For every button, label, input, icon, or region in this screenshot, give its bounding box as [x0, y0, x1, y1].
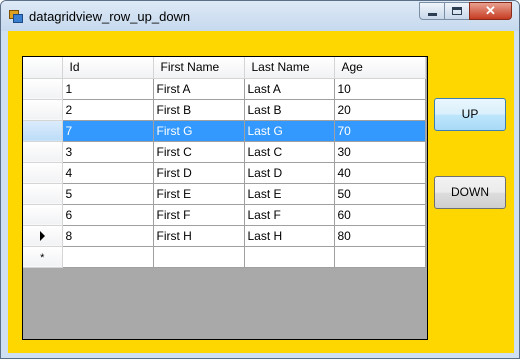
cell-age[interactable]: 10 — [334, 78, 426, 100]
cell-last-name[interactable]: Last F — [244, 204, 335, 226]
cell-id[interactable]: 4 — [62, 162, 154, 184]
cell-first-name[interactable]: First E — [153, 183, 245, 205]
cell-first-name[interactable]: First D — [153, 162, 245, 184]
cell-age[interactable]: 40 — [334, 162, 426, 184]
cell-age[interactable]: 30 — [334, 141, 426, 163]
new-row[interactable]: * — [23, 246, 426, 268]
table-row[interactable]: 2 First B Last B 20 — [23, 99, 426, 121]
row-header[interactable] — [23, 183, 63, 205]
close-icon: ✕ — [485, 3, 496, 18]
top-left-header-cell[interactable] — [23, 57, 63, 79]
table-row[interactable]: 8 First H Last H 80 — [23, 225, 426, 247]
minimize-button[interactable] — [419, 2, 445, 20]
row-header[interactable] — [23, 141, 63, 163]
new-row-header[interactable]: * — [23, 246, 63, 268]
column-header-first-name[interactable]: First Name — [153, 57, 245, 79]
cell-id[interactable]: 1 — [62, 78, 154, 100]
cell-first-name[interactable]: First B — [153, 99, 245, 121]
form-client-area: Id First Name Last Name Age 1 First A La… — [8, 31, 514, 353]
table-row[interactable]: 5 First E Last E 50 — [23, 183, 426, 205]
new-row-cell[interactable] — [62, 246, 154, 268]
table-row[interactable]: 3 First C Last C 30 — [23, 141, 426, 163]
up-button[interactable]: UP — [434, 98, 506, 131]
column-header-id[interactable]: Id — [62, 57, 154, 79]
row-header[interactable] — [23, 225, 63, 247]
maximize-icon — [452, 7, 462, 15]
title-bar[interactable]: datagridview_row_up_down ✕ — [1, 1, 519, 31]
grid-table: Id First Name Last Name Age 1 First A La… — [23, 57, 426, 268]
cell-id[interactable]: 8 — [62, 225, 154, 247]
cell-last-name[interactable]: Last C — [244, 141, 335, 163]
data-grid[interactable]: Id First Name Last Name Age 1 First A La… — [22, 56, 428, 340]
cell-id[interactable]: 7 — [62, 120, 154, 142]
column-header-last-name[interactable]: Last Name — [244, 57, 335, 79]
cell-id[interactable]: 5 — [62, 183, 154, 205]
maximize-button[interactable] — [444, 2, 470, 20]
cell-id[interactable]: 6 — [62, 204, 154, 226]
cell-age[interactable]: 60 — [334, 204, 426, 226]
row-header[interactable] — [23, 78, 63, 100]
new-row-cell[interactable] — [244, 246, 335, 268]
cell-age[interactable]: 80 — [334, 225, 426, 247]
cell-first-name[interactable]: First F — [153, 204, 245, 226]
app-icon — [9, 10, 23, 23]
row-header[interactable] — [23, 120, 63, 142]
cell-first-name[interactable]: First G — [153, 120, 245, 142]
cell-last-name[interactable]: Last G — [244, 120, 335, 142]
cell-first-name[interactable]: First H — [153, 225, 245, 247]
row-header[interactable] — [23, 204, 63, 226]
cell-last-name[interactable]: Last A — [244, 78, 335, 100]
window-title: datagridview_row_up_down — [29, 9, 191, 24]
current-row-arrow-icon — [39, 231, 45, 242]
cell-last-name[interactable]: Last D — [244, 162, 335, 184]
close-button[interactable]: ✕ — [469, 2, 512, 20]
table-row[interactable]: 4 First D Last D 40 — [23, 162, 426, 184]
cell-last-name[interactable]: Last B — [244, 99, 335, 121]
grid-header-row: Id First Name Last Name Age — [23, 57, 426, 79]
new-row-cell[interactable] — [153, 246, 245, 268]
cell-id[interactable]: 3 — [62, 141, 154, 163]
cell-age[interactable]: 50 — [334, 183, 426, 205]
down-button[interactable]: DOWN — [434, 176, 506, 209]
cell-id[interactable]: 2 — [62, 99, 154, 121]
cell-last-name[interactable]: Last E — [244, 183, 335, 205]
new-row-cell[interactable] — [334, 246, 426, 268]
cell-age[interactable]: 20 — [334, 99, 426, 121]
table-row[interactable]: 7 First G Last G 70 — [23, 120, 426, 142]
cell-first-name[interactable]: First A — [153, 78, 245, 100]
new-row-icon: * — [40, 251, 45, 264]
minimize-icon — [428, 13, 437, 16]
cell-age[interactable]: 70 — [334, 120, 426, 142]
row-header[interactable] — [23, 162, 63, 184]
column-header-age[interactable]: Age — [334, 57, 426, 79]
app-window: datagridview_row_up_down ✕ Id First Name… — [0, 0, 520, 359]
table-row[interactable]: 1 First A Last A 10 — [23, 78, 426, 100]
cell-first-name[interactable]: First C — [153, 141, 245, 163]
table-row[interactable]: 6 First F Last F 60 — [23, 204, 426, 226]
row-header[interactable] — [23, 99, 63, 121]
cell-last-name[interactable]: Last H — [244, 225, 335, 247]
